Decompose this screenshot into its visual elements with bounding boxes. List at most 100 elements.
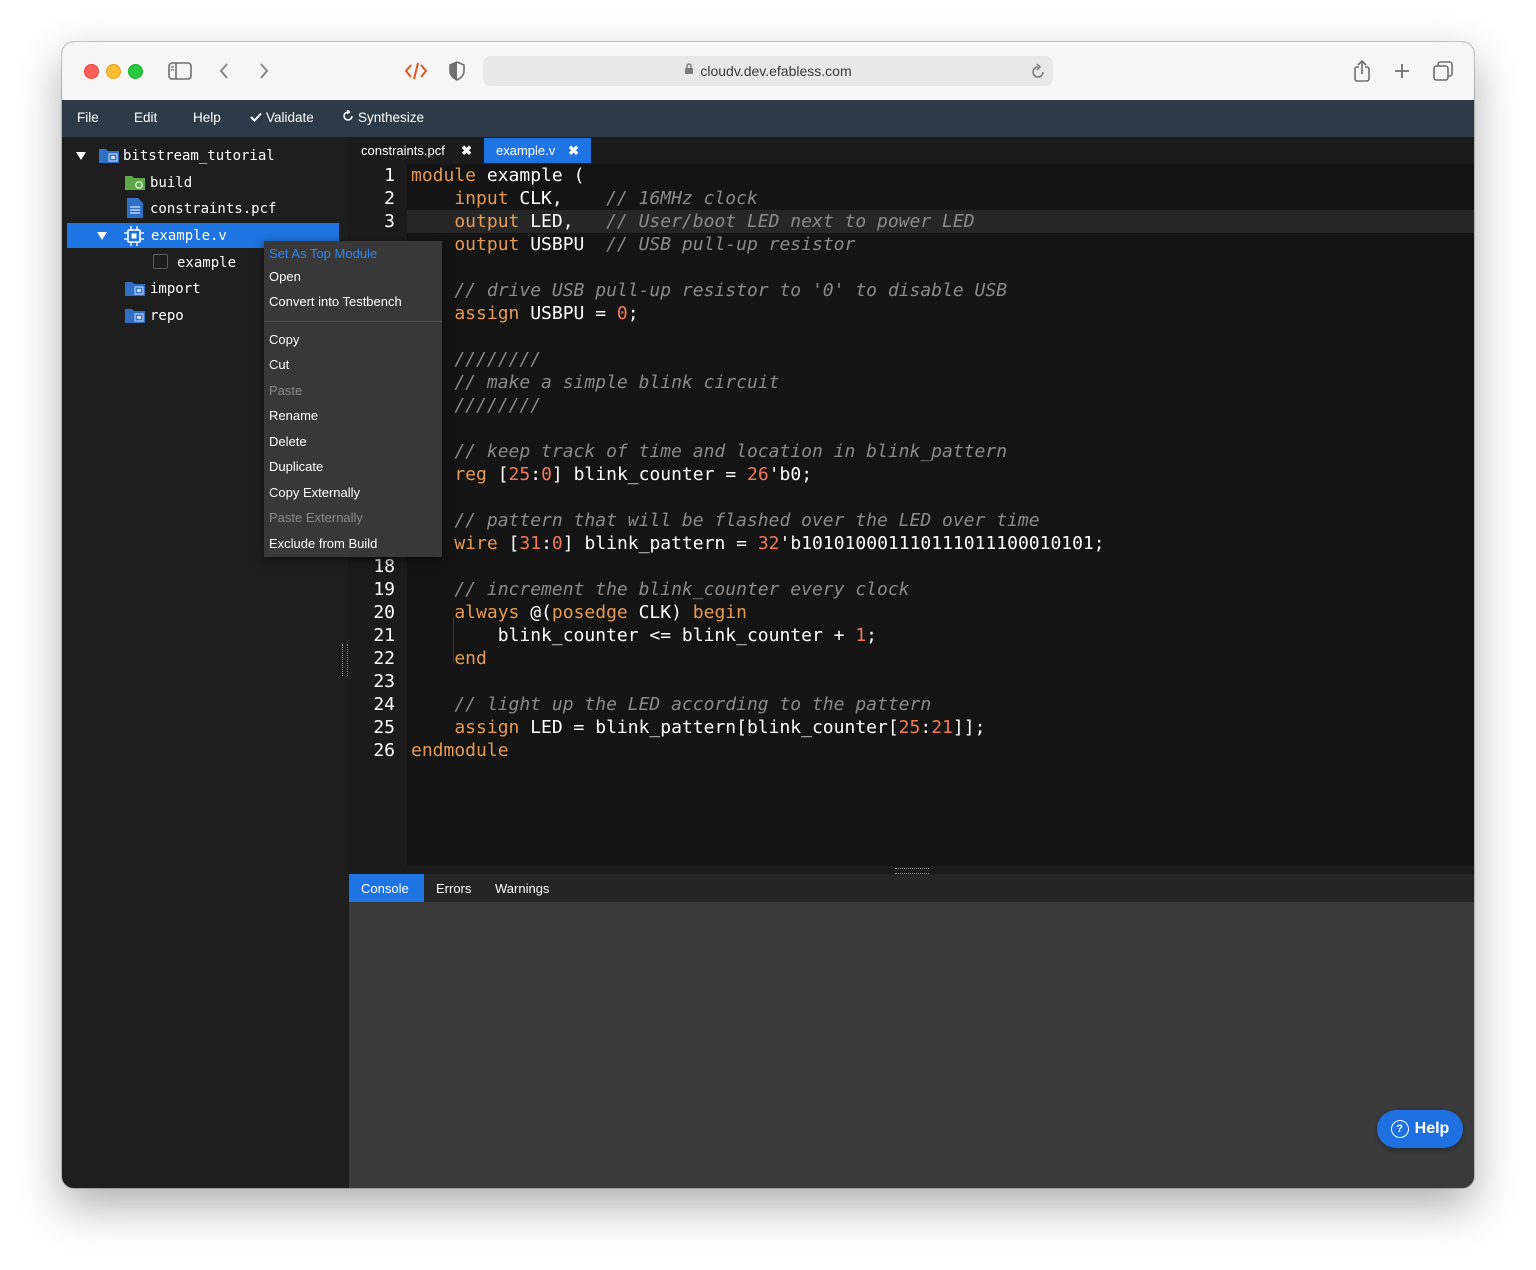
line-number: 1 <box>384 165 395 186</box>
code-line: // pattern that will be flashed over the… <box>411 510 1040 531</box>
share-icon[interactable] <box>1352 58 1372 84</box>
code-line: wire [31:0] blink_pattern = 32'b10101000… <box>411 533 1105 554</box>
menu-file[interactable]: File <box>77 110 99 125</box>
code-text-area[interactable]: module example ( input CLK, // 16MHz clo… <box>407 164 1474 866</box>
code-line: // make a simple blink circuit <box>411 372 780 393</box>
code-line: // light up the LED according to the pat… <box>411 694 932 715</box>
tree-label-example-module: example <box>177 254 237 271</box>
minimize-window-button[interactable] <box>106 64 121 79</box>
line-number: 26 <box>373 740 395 761</box>
app-menubar: File Edit Help Validate Synthesize <box>62 100 1474 137</box>
help-button-label: Help <box>1414 1120 1450 1137</box>
close-tab-icon[interactable]: ✖ <box>461 143 472 159</box>
code-editor: constraints.pcf ✖ example.v ✖ 1 2 3 18 1… <box>349 137 1474 866</box>
synthesize-button[interactable]: Synthesize <box>342 109 425 125</box>
panel-tabstrip: Console Errors Warnings <box>349 874 1474 902</box>
tab-example-v[interactable]: example.v ✖ <box>484 138 591 163</box>
expand-arrow-icon[interactable] <box>97 232 107 240</box>
tab-constraints-label: constraints.pcf <box>361 143 445 158</box>
tree-label-constraints: constraints.pcf <box>150 200 277 217</box>
code-line: output USBPU // USB pull-up resistor <box>411 234 856 255</box>
tab-constraints[interactable]: constraints.pcf ✖ <box>349 138 484 163</box>
browser-window: cloudv.dev.efabless.com File Edit Help V… <box>62 42 1474 1188</box>
line-number: 24 <box>373 694 395 715</box>
new-tab-icon[interactable] <box>1393 58 1411 84</box>
code-line: end <box>411 648 487 669</box>
menu-item-set-top-module[interactable]: Set As Top Module <box>264 241 442 266</box>
help-button[interactable]: ? Help <box>1377 1110 1463 1148</box>
address-bar[interactable]: cloudv.dev.efabless.com <box>483 56 1053 86</box>
line-number: 19 <box>373 579 395 600</box>
menu-item-paste-externally[interactable]: Paste Externally <box>264 505 442 530</box>
code-line: module example ( <box>411 165 585 186</box>
code-line: blink_counter <= blink_counter + 1; <box>411 625 878 646</box>
dev-code-icon[interactable] <box>404 58 428 84</box>
reload-icon[interactable] <box>1031 63 1045 84</box>
menu-item-copy[interactable]: Copy <box>264 327 442 352</box>
editor-tabstrip: constraints.pcf ✖ example.v ✖ <box>349 137 1474 164</box>
menu-item-convert-testbench[interactable]: Convert into Testbench <box>264 289 442 314</box>
menu-item-duplicate[interactable]: Duplicate <box>264 454 442 479</box>
line-number: 22 <box>373 648 395 669</box>
line-number: 21 <box>373 625 395 646</box>
menu-item-exclude-from-build[interactable]: Exclude from Build <box>264 531 442 556</box>
code-line: output LED, // User/boot LED next to pow… <box>411 211 975 232</box>
context-menu: Set As Top Module Open Convert into Test… <box>264 241 442 557</box>
chip-folder-icon <box>124 306 146 328</box>
tree-label-import: import <box>150 280 201 297</box>
menu-item-delete[interactable]: Delete <box>264 429 442 454</box>
url-text: cloudv.dev.efabless.com <box>700 63 852 79</box>
menu-item-copy-externally[interactable]: Copy Externally <box>264 480 442 505</box>
code-line: // increment the blink_counter every clo… <box>411 579 910 600</box>
tab-console[interactable]: Console <box>349 874 424 902</box>
synthesize-label: Synthesize <box>358 110 425 125</box>
menu-help[interactable]: Help <box>193 110 221 125</box>
help-question-icon: ? <box>1390 1120 1409 1138</box>
tab-warnings[interactable]: Warnings <box>483 874 561 902</box>
tree-label-example-v: example.v <box>151 227 227 244</box>
code-line: // drive USB pull-up resistor to '0' to … <box>411 280 1008 301</box>
line-number: 18 <box>373 556 395 577</box>
browser-toolbar: cloudv.dev.efabless.com <box>62 42 1474 101</box>
close-window-button[interactable] <box>84 64 99 79</box>
menu-item-cut[interactable]: Cut <box>264 352 442 377</box>
line-number: 25 <box>373 717 395 738</box>
zoom-window-button[interactable] <box>128 64 143 79</box>
tab-errors[interactable]: Errors <box>424 874 483 902</box>
menu-item-open[interactable]: Open <box>264 264 442 289</box>
sidebar-resize-handle[interactable] <box>342 644 348 676</box>
tree-label-bitstream-tutorial: bitstream_tutorial <box>123 147 275 164</box>
document-icon <box>126 197 144 223</box>
chip-folder-icon <box>124 279 146 301</box>
validate-label: Validate <box>266 110 314 125</box>
code-line: always @(posedge CLK) begin <box>411 602 747 623</box>
tree-label-repo: repo <box>150 307 184 324</box>
forward-icon[interactable] <box>258 58 270 84</box>
code-line: reg [25:0] blink_counter = 26'b0; <box>411 464 813 485</box>
checkmark-icon <box>250 110 262 125</box>
menu-item-paste[interactable]: Paste <box>264 378 442 403</box>
line-number: 20 <box>373 602 395 623</box>
line-number: 23 <box>373 671 395 692</box>
close-tab-icon[interactable]: ✖ <box>568 143 579 159</box>
synthesize-icon <box>342 109 354 125</box>
tree-label-build: build <box>150 174 193 191</box>
build-folder-icon <box>124 173 146 195</box>
menu-item-rename[interactable]: Rename <box>264 403 442 428</box>
lock-icon <box>684 62 694 80</box>
sidebar-toggle-icon[interactable] <box>168 58 192 84</box>
code-line: input CLK, // 16MHz clock <box>411 188 758 209</box>
panel-splitter[interactable] <box>349 866 1474 874</box>
privacy-shield-icon[interactable] <box>448 58 466 84</box>
chip-icon <box>123 225 145 251</box>
back-icon[interactable] <box>218 58 230 84</box>
tab-overview-icon[interactable] <box>1432 58 1454 84</box>
tab-example-label: example.v <box>496 143 556 158</box>
expand-arrow-icon[interactable] <box>76 152 86 160</box>
chip-folder-icon <box>98 146 120 168</box>
validate-button[interactable]: Validate <box>250 110 314 125</box>
menu-edit[interactable]: Edit <box>134 110 157 125</box>
code-line: // keep track of time and location in bl… <box>411 441 1008 462</box>
module-box-icon <box>153 254 168 269</box>
line-number: 2 <box>384 188 395 209</box>
